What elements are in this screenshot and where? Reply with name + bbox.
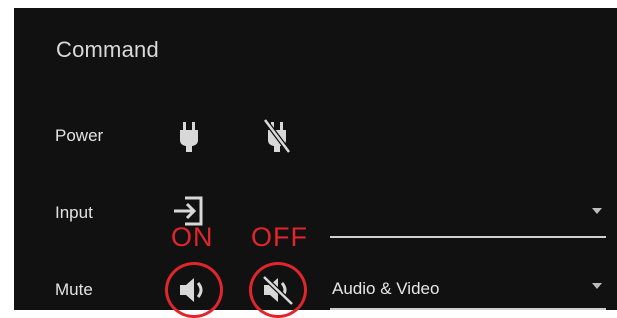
plug-icon[interactable] bbox=[177, 120, 201, 154]
on-highlight-ring bbox=[165, 262, 223, 318]
on-annotation: ON bbox=[171, 222, 214, 252]
mute-label: Mute bbox=[55, 280, 93, 299]
mute-dropdown-caret-icon[interactable] bbox=[592, 283, 602, 289]
input-label: Input bbox=[55, 203, 93, 222]
panel-title: Command bbox=[56, 37, 159, 62]
input-dropdown-caret-icon[interactable] bbox=[592, 208, 602, 214]
mute-select-underline bbox=[330, 308, 606, 310]
input-select-underline bbox=[330, 236, 606, 238]
off-highlight-ring bbox=[249, 262, 307, 318]
plug-off-icon[interactable] bbox=[261, 116, 293, 156]
power-label: Power bbox=[55, 126, 104, 145]
command-panel: Command Power Input ON OFF Mute Audio & … bbox=[14, 8, 617, 318]
off-annotation: OFF bbox=[251, 222, 308, 252]
mute-mode-value: Audio & Video bbox=[332, 279, 440, 298]
